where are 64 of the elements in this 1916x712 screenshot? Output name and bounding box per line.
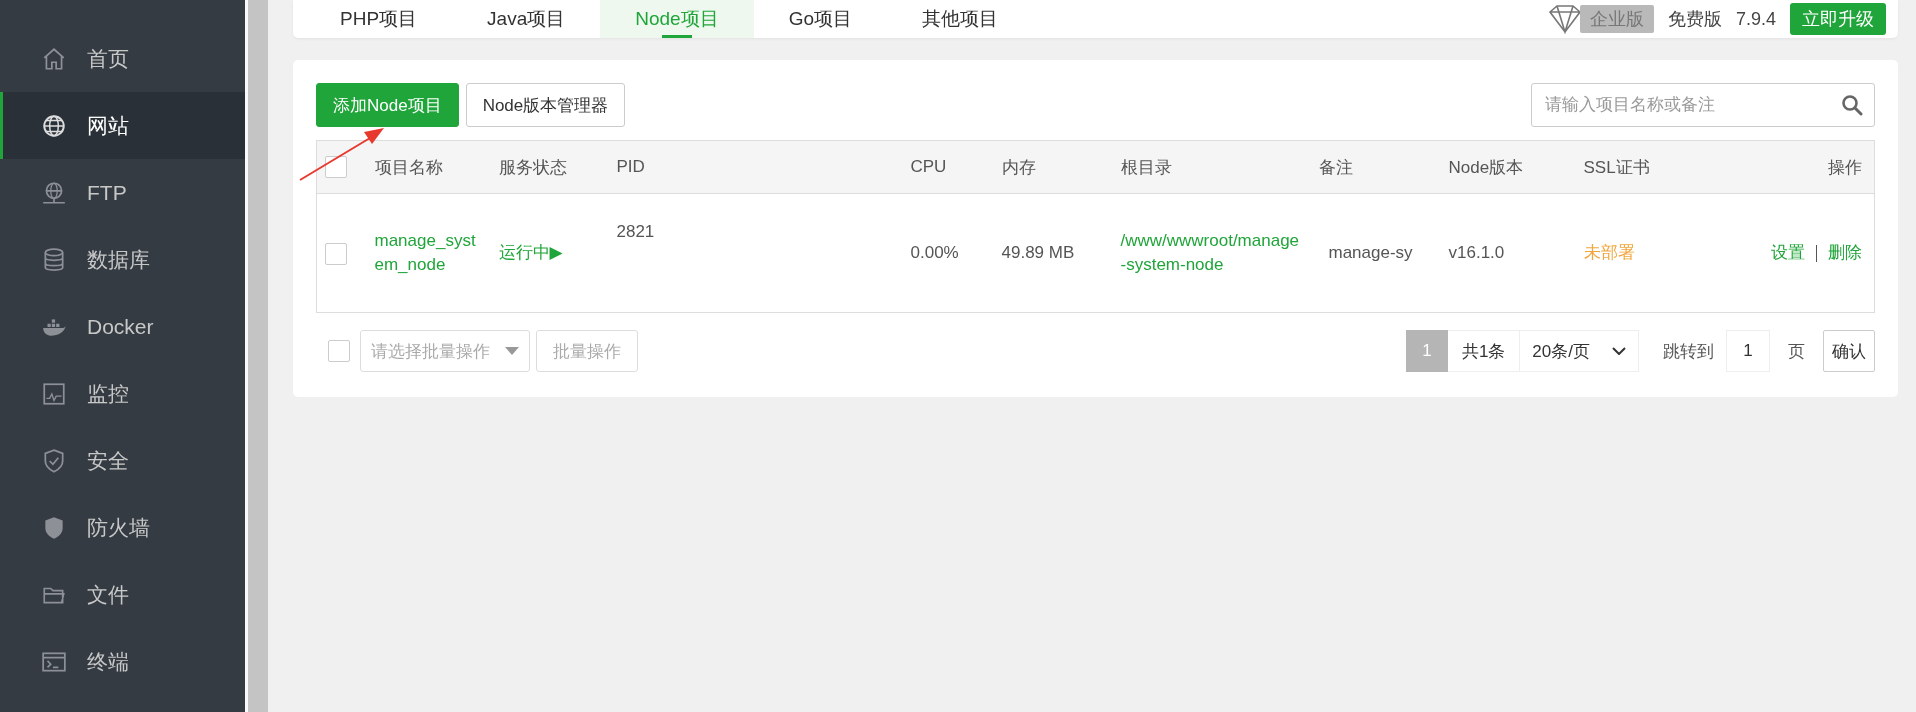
sidebar-label: 数据库: [87, 246, 150, 273]
column-header: 服务状态: [490, 140, 609, 194]
sidebar-label: 首页: [87, 45, 129, 72]
sidebar-label: 终端: [87, 648, 129, 675]
confirm-button[interactable]: 确认: [1823, 330, 1875, 372]
ssl-status-cell: 未部署: [1575, 193, 1721, 313]
project-tab[interactable]: 其他项目: [887, 0, 1033, 38]
diamond-icon: [1547, 4, 1582, 34]
chevron-down-icon: [1612, 347, 1626, 355]
search-icon[interactable]: [1841, 94, 1863, 116]
table-cell: v16.1.0: [1440, 193, 1576, 313]
checkbox[interactable]: [325, 156, 347, 178]
column-header: 根目录: [1112, 140, 1311, 194]
sidebar-label: 安全: [87, 447, 129, 474]
table-cell: 49.89 MB: [993, 193, 1113, 313]
checkbox[interactable]: [328, 340, 350, 362]
project-tab[interactable]: Go项目: [753, 0, 887, 38]
column-header: SSL证书: [1575, 140, 1721, 194]
project-tab[interactable]: Java项目: [452, 0, 601, 38]
column-header: 内存: [993, 140, 1113, 194]
sidebar-label: 网站: [87, 112, 129, 139]
version-manager-button[interactable]: Node版本管理器: [465, 83, 626, 127]
column-header: 项目名称: [366, 140, 491, 194]
jump-label: 跳转到: [1663, 340, 1714, 363]
column-header: 操作: [1720, 140, 1875, 194]
scrollbar[interactable]: [245, 0, 268, 712]
database-icon: [41, 246, 67, 273]
sidebar-item[interactable]: 文件: [0, 561, 245, 628]
sidebar-item[interactable]: FTP: [0, 159, 245, 226]
project-tab[interactable]: PHP项目: [305, 0, 453, 38]
edition-label: 免费版: [1667, 8, 1722, 31]
globe-icon: [41, 112, 67, 139]
page-input[interactable]: 1: [1726, 330, 1770, 372]
version-text: 7.9.4: [1735, 8, 1776, 30]
page-size-select[interactable]: 20条/页: [1520, 330, 1639, 372]
sidebar-label: 监控: [87, 380, 129, 407]
sidebar-item[interactable]: 终端: [0, 628, 245, 695]
chart-icon: [41, 380, 67, 407]
column-header: PID: [608, 140, 903, 194]
total-count: 共1条: [1447, 330, 1521, 372]
column-header: CPU: [902, 140, 994, 194]
search-field[interactable]: 请输入项目名称或备注: [1531, 83, 1875, 127]
sidebar-label: Docker: [87, 314, 154, 339]
page-unit: 页: [1788, 340, 1805, 363]
table-cell: manage-sy: [1310, 193, 1441, 313]
caret-icon: [505, 347, 519, 355]
sidebar-item[interactable]: 安全: [0, 427, 245, 494]
sidebar-label: 防火墙: [87, 514, 150, 541]
checkbox[interactable]: [325, 242, 347, 265]
sidebar-item[interactable]: 网站: [0, 92, 245, 159]
table-cell: 2821: [608, 193, 903, 313]
column-header: Node版本: [1440, 140, 1576, 194]
table-cell: 0.00%: [902, 193, 994, 313]
sidebar-item[interactable]: Docker: [0, 293, 245, 360]
sidebar-item[interactable]: 防火墙: [0, 494, 245, 561]
column-header: 备注: [1310, 140, 1441, 194]
sidebar-item[interactable]: 监控: [0, 360, 245, 427]
sidebar-item[interactable]: 数据库: [0, 226, 245, 293]
sidebar-item[interactable]: 首页: [0, 25, 245, 92]
edition-badge: 企业版: [1579, 5, 1654, 33]
sidebar-label: 文件: [87, 581, 129, 608]
globe-network-icon: [41, 179, 67, 206]
shield-icon: [41, 447, 67, 474]
sidebar-label: FTP: [87, 180, 127, 205]
